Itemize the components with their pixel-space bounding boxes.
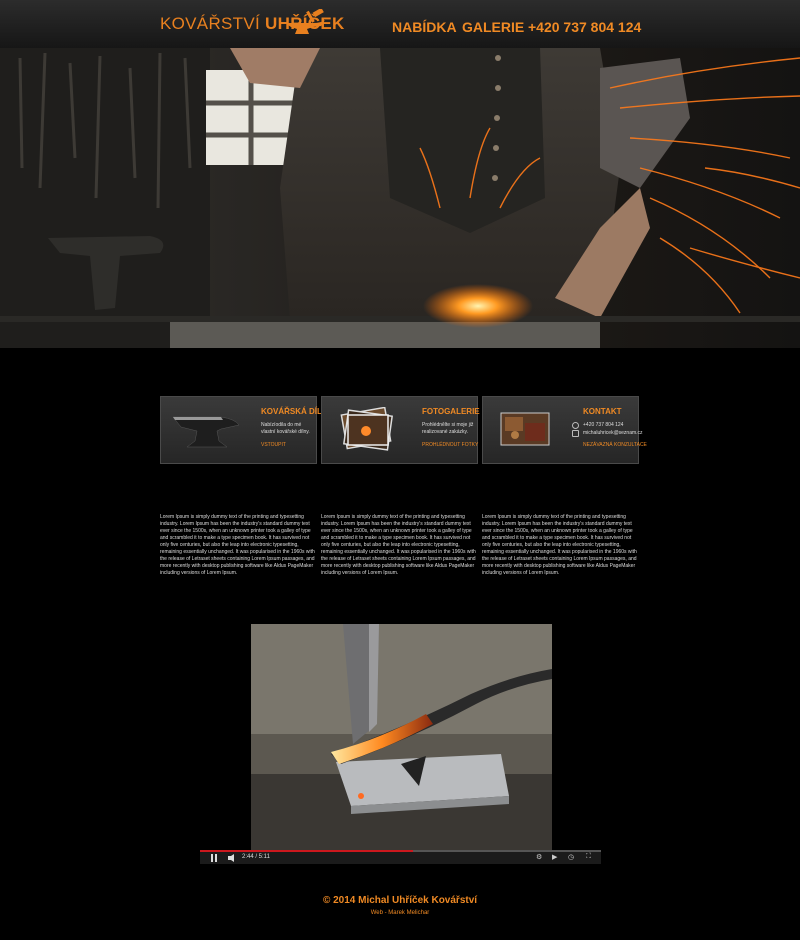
nav-galerie[interactable]: GALERIE <box>462 19 524 35</box>
feature-description: Nabízíodila do mé vlastní kovářské dílny… <box>261 422 310 435</box>
video-progress-remaining[interactable] <box>413 850 601 852</box>
vstoupit-link[interactable]: VSTOUPIT <box>261 442 286 448</box>
volume-icon[interactable] <box>228 854 238 862</box>
photo-stack-thumbnail-image <box>340 407 393 451</box>
text-column-1: Lorem Ipsum is simply dummy text of the … <box>160 514 315 576</box>
video-frame-forging <box>251 624 552 850</box>
watch-later-icon[interactable]: ◷ <box>568 853 574 861</box>
video-controls-bar[interactable]: 2:44 / 5:11 ⚙ ▶ ◷ ⛶ <box>200 850 601 864</box>
nav-nabidka[interactable]: NABÍDKA <box>392 19 457 35</box>
mail-icon <box>572 430 579 437</box>
nav-phone-number[interactable]: +420 737 804 124 <box>528 19 641 35</box>
fullscreen-icon[interactable]: ⛶ <box>586 853 591 861</box>
footer-copyright: © 2014 Michal Uhříček Kovářství <box>322 895 478 906</box>
workshop-thumbnail-image <box>500 412 550 446</box>
feature-title: FOTOGALERIE <box>422 407 480 416</box>
feature-title: KONTAKT <box>583 407 622 416</box>
nezavazna-konzultace-link[interactable]: NEZÁVAZNÁ KONZULTACE <box>583 442 647 448</box>
phone-icon <box>572 422 579 429</box>
youtube-logo-icon[interactable]: ▶ <box>552 853 557 861</box>
text-column-3: Lorem Ipsum is simply dummy text of the … <box>482 514 637 576</box>
contact-phone: +420 737 804 124 <box>583 422 624 428</box>
anvil-hammer-logo-icon <box>285 9 325 34</box>
anvil-thumbnail-image <box>172 416 240 448</box>
hero-blacksmith-image <box>0 48 800 348</box>
video-progress-played[interactable] <box>200 850 413 852</box>
video-time: 2:44 / 5:11 <box>242 854 270 860</box>
settings-gear-icon[interactable]: ⚙ <box>536 853 542 861</box>
pause-icon[interactable] <box>210 854 218 862</box>
contact-email[interactable]: michaluhricek@seznam.cz <box>583 430 643 436</box>
feature-box-dilna[interactable]: KOVÁŘSKÁ DÍLNA Nabízíodila do mé vlastní… <box>160 396 333 464</box>
video-player[interactable] <box>251 624 552 850</box>
footer-credit[interactable]: Web - Marek Melichar <box>0 910 800 916</box>
feature-box-kontakt[interactable]: KONTAKT +420 737 804 124 michaluhricek@s… <box>482 396 647 464</box>
text-column-2: Lorem Ipsum is simply dummy text of the … <box>321 514 476 576</box>
feature-box-fotogalerie[interactable]: FOTOGALERIE Prohlédnělte si moje již rea… <box>321 396 480 464</box>
brand-name-light: KOVÁŘSTVÍ <box>160 14 261 33</box>
top-navigation-bar: KOVÁŘSTVÍ UHŘÍČEK NABÍDKA GALERIE +420 7… <box>0 0 800 49</box>
prohlednout-fotky-link[interactable]: PROHLÉDNOUT FOTKY <box>422 442 478 448</box>
feature-description: Prohlédnělte si moje již realizované zak… <box>422 422 474 435</box>
